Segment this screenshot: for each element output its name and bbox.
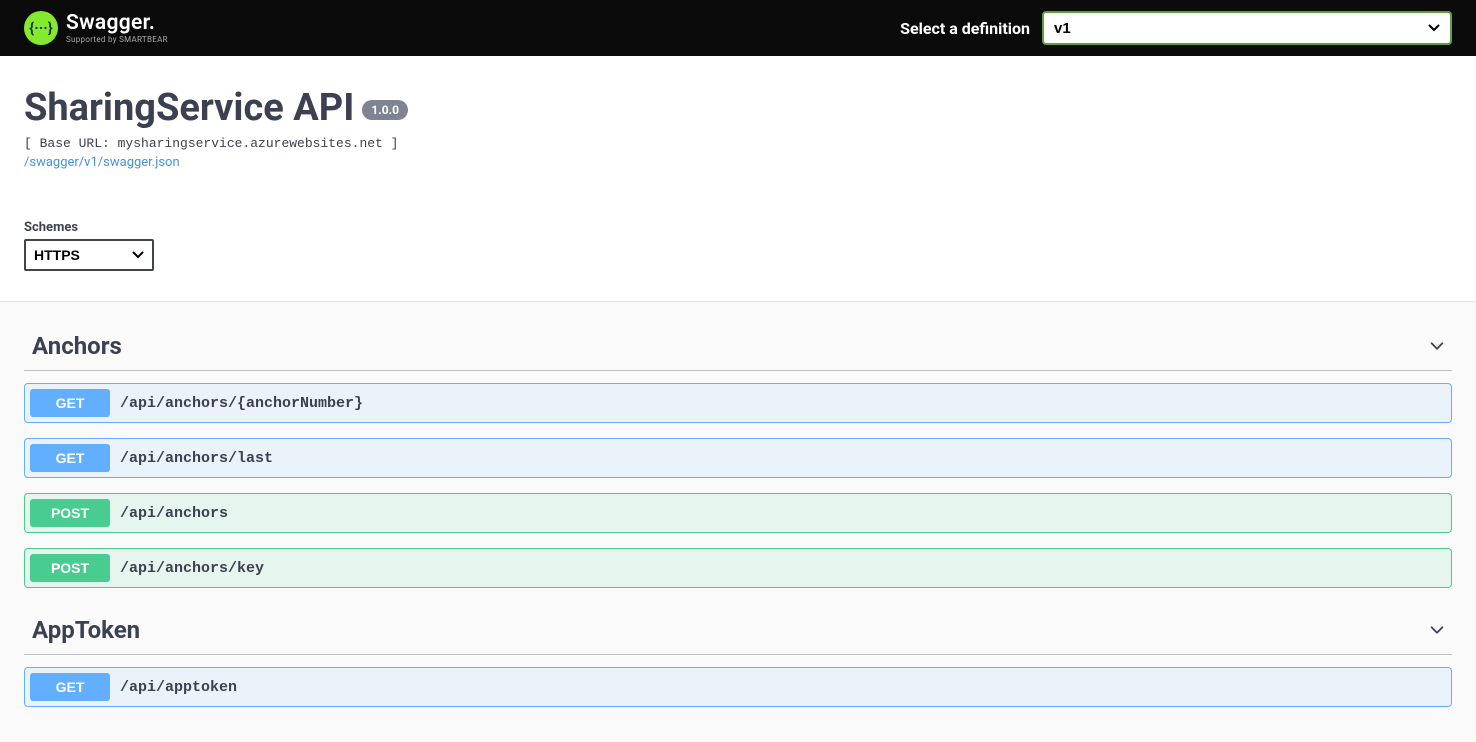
chevron-down-icon [1428, 337, 1446, 355]
tag-section: AppToken GET/api/apptoken [24, 606, 1452, 707]
schemes-select[interactable]: HTTPS [24, 239, 154, 271]
swagger-logo: {···} Swagger. Supported by SMARTBEAR [24, 11, 168, 45]
swagger-logo-text: Swagger. Supported by SMARTBEAR [66, 13, 168, 44]
definition-label: Select a definition [900, 19, 1030, 38]
operation-method-badge: GET [30, 673, 110, 701]
operation-path: /api/apptoken [120, 679, 237, 696]
operation-block[interactable]: POST/api/anchors/key [24, 548, 1452, 588]
logo-sub-text: Supported by SMARTBEAR [66, 36, 168, 44]
definition-selector-wrap: Select a definition v1 [900, 11, 1452, 45]
tag-header[interactable]: Anchors [24, 322, 1452, 371]
logo-main-text: Swagger. [66, 13, 168, 34]
operation-method-badge: POST [30, 554, 110, 582]
definition-select[interactable]: v1 [1042, 11, 1452, 45]
operation-method-badge: POST [30, 499, 110, 527]
operation-path: /api/anchors/last [120, 450, 273, 467]
operation-path: /api/anchors/{anchorNumber} [120, 395, 363, 412]
operations-container: AnchorsGET/api/anchors/{anchorNumber}GET… [0, 302, 1476, 742]
operation-method-badge: GET [30, 389, 110, 417]
operation-block[interactable]: POST/api/anchors [24, 493, 1452, 533]
base-url: [ Base URL: mysharingservice.azurewebsit… [24, 136, 1452, 151]
operation-block[interactable]: GET/api/anchors/last [24, 438, 1452, 478]
operation-block[interactable]: GET/api/anchors/{anchorNumber} [24, 383, 1452, 423]
schemes-label: Schemes [24, 220, 1452, 235]
tag-name: AppToken [32, 616, 140, 644]
operation-path: /api/anchors [120, 505, 228, 522]
chevron-down-icon [1428, 621, 1446, 639]
operation-path: /api/anchors/key [120, 560, 264, 577]
api-info-section: SharingService API 1.0.0 [ Base URL: mys… [0, 56, 1476, 302]
tag-name: Anchors [32, 332, 122, 360]
api-title: SharingService API [24, 86, 354, 130]
operation-block[interactable]: GET/api/apptoken [24, 667, 1452, 707]
swagger-json-link[interactable]: /swagger/v1/swagger.json [24, 155, 180, 170]
topbar: {···} Swagger. Supported by SMARTBEAR Se… [0, 0, 1476, 56]
tag-section: AnchorsGET/api/anchors/{anchorNumber}GET… [24, 322, 1452, 588]
operation-method-badge: GET [30, 444, 110, 472]
tag-header[interactable]: AppToken [24, 606, 1452, 655]
swagger-logo-icon: {···} [24, 11, 58, 45]
version-badge: 1.0.0 [362, 100, 408, 120]
